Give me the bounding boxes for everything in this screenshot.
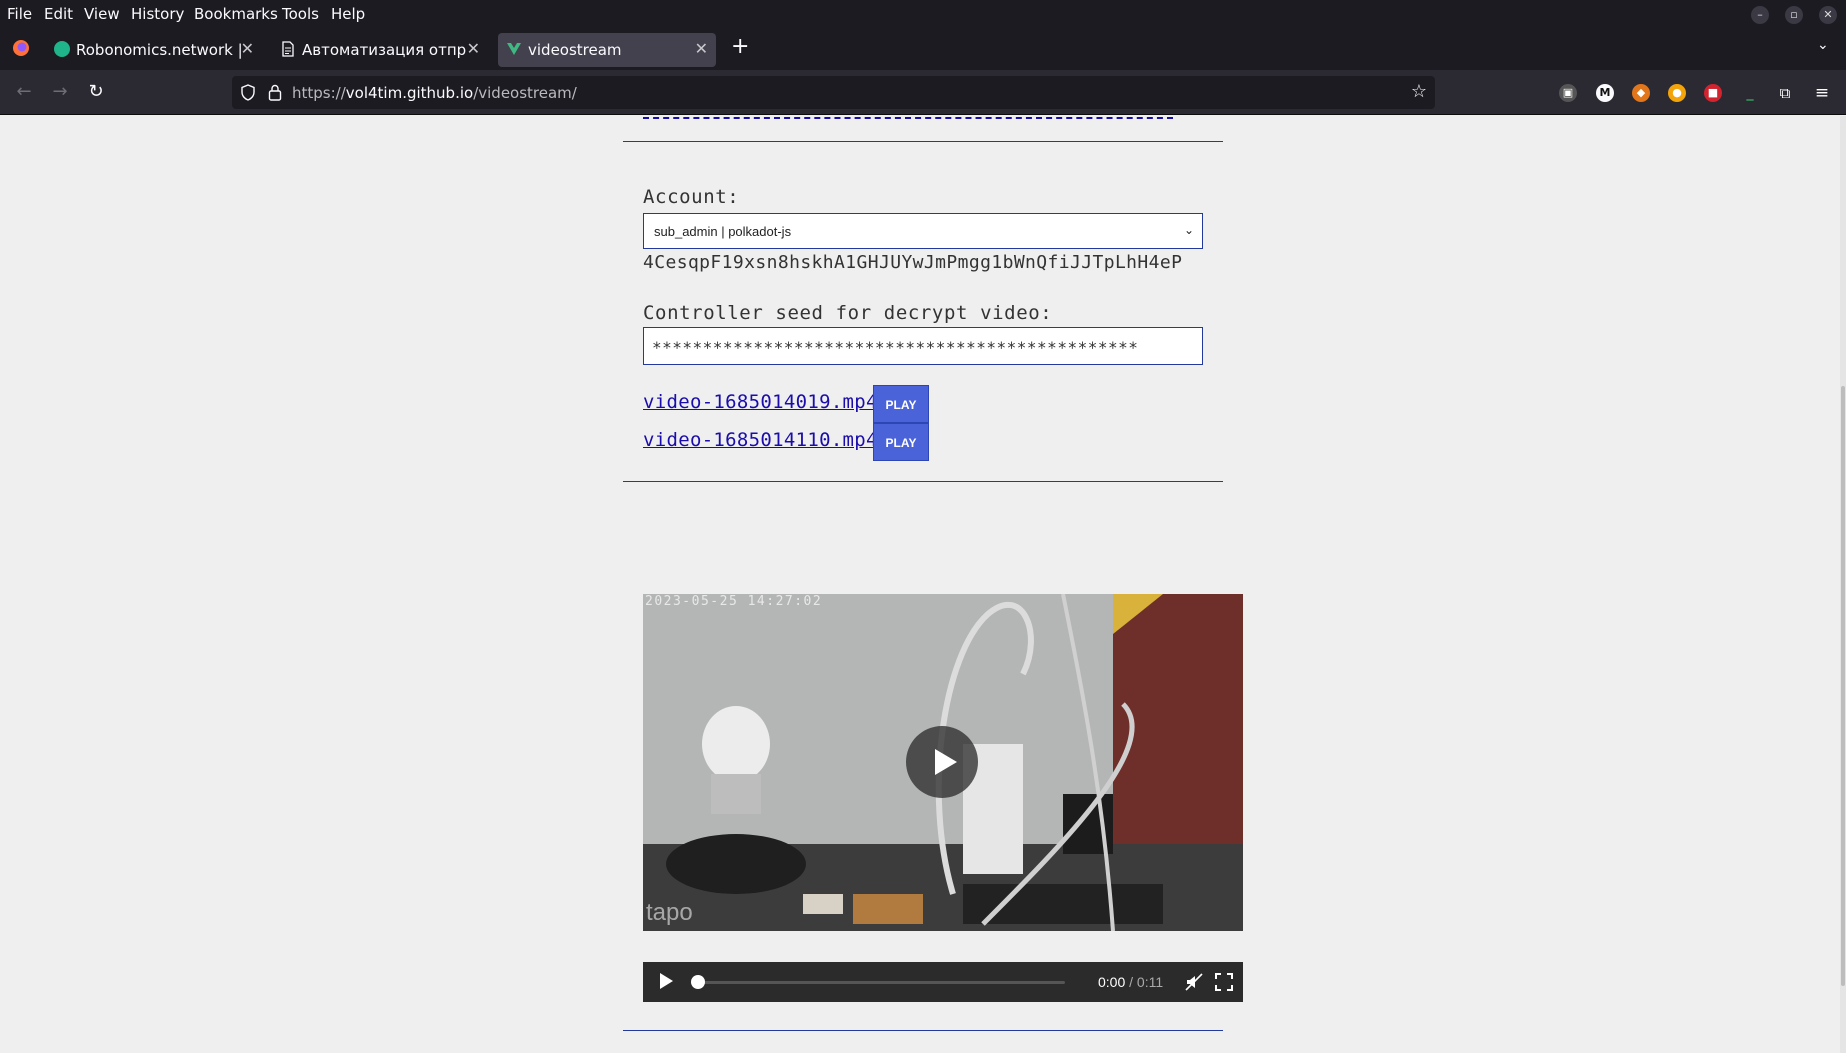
- divider: [623, 141, 1223, 142]
- tab-title: Robonomics.network | vc: [76, 41, 241, 59]
- tab-close-icon[interactable]: ✕: [241, 39, 254, 58]
- reload-button[interactable]: ↻: [84, 80, 108, 104]
- tab-robonomics[interactable]: Robonomics.network | vc ✕: [46, 33, 262, 67]
- page-scrollbar[interactable]: [1840, 116, 1846, 1053]
- tab-bar: Robonomics.network | vc ✕ Автоматизация …: [0, 28, 1846, 70]
- menu-bookmarks[interactable]: Bookmarks: [194, 5, 278, 23]
- menu-edit[interactable]: Edit: [44, 5, 73, 23]
- play-icon[interactable]: [658, 972, 674, 990]
- download-icon[interactable]: _: [1741, 84, 1759, 102]
- firefox-icon[interactable]: [11, 38, 31, 58]
- time-display: 0:00 / 0:11: [1098, 974, 1163, 990]
- play-button[interactable]: PLAY: [873, 385, 929, 423]
- tab-automation[interactable]: Автоматизация отправк ✕: [272, 33, 488, 67]
- bookmark-star-icon[interactable]: ☆: [1411, 81, 1427, 102]
- app-menu-icon[interactable]: ≡: [1813, 84, 1831, 102]
- new-tab-button[interactable]: +: [731, 34, 749, 59]
- close-window-icon[interactable]: ✕: [1819, 6, 1837, 24]
- metamask-icon[interactable]: ◆: [1632, 84, 1650, 102]
- video-controls: 0:00 / 0:11: [643, 962, 1243, 1002]
- video-link[interactable]: video-1685014110.mp4: [643, 429, 878, 451]
- account-selected-value: sub_admin | polkadot-js: [654, 224, 792, 239]
- extension-m-icon[interactable]: M: [1596, 84, 1614, 102]
- play-button[interactable]: PLAY: [873, 423, 929, 461]
- menu-file[interactable]: File: [7, 5, 32, 23]
- vue-favicon-icon: [507, 43, 521, 55]
- duration: / 0:11: [1129, 974, 1164, 990]
- account-select[interactable]: sub_admin | polkadot-js ⌄: [643, 213, 1203, 249]
- menu-history[interactable]: History: [131, 5, 184, 23]
- account-label: Account:: [643, 186, 740, 208]
- minimize-icon[interactable]: –: [1751, 6, 1769, 24]
- video-link[interactable]: video-1685014019.mp4: [643, 391, 878, 413]
- seed-label: Controller seed for decrypt video:: [643, 302, 1053, 324]
- menu-tools[interactable]: Tools: [282, 5, 319, 23]
- back-button[interactable]: ←: [12, 80, 36, 104]
- seek-bar[interactable]: [695, 981, 1065, 984]
- extensions-puzzle-icon[interactable]: ⧉: [1776, 84, 1794, 102]
- menu-help[interactable]: Help: [331, 5, 365, 23]
- video-player[interactable]: 2023-05-25 14:27:02 tapo: [643, 594, 1243, 931]
- partial-link-above[interactable]: [643, 116, 1173, 119]
- restore-icon[interactable]: ▫: [1785, 6, 1803, 24]
- url-text[interactable]: https://vol4tim.github.io/videostream/: [292, 84, 577, 102]
- lock-icon[interactable]: [268, 84, 282, 101]
- current-time: 0:00: [1098, 974, 1126, 990]
- menu-view[interactable]: View: [84, 5, 120, 23]
- divider: [623, 481, 1223, 482]
- tab-title: videostream: [528, 41, 622, 59]
- shield-icon[interactable]: [240, 84, 256, 101]
- tab-videostream[interactable]: videostream ✕: [498, 33, 716, 67]
- page-content: Account: sub_admin | polkadot-js ⌄ 4Cesq…: [0, 116, 1846, 1053]
- extension-lock-icon[interactable]: ■: [1704, 84, 1722, 102]
- chevron-down-icon: ⌄: [1183, 223, 1194, 237]
- tab-close-icon[interactable]: ✕: [695, 39, 708, 58]
- fullscreen-icon[interactable]: [1215, 973, 1233, 991]
- seed-input[interactable]: ****************************************…: [643, 327, 1203, 365]
- seed-input-value: ****************************************…: [652, 338, 1139, 357]
- scrollbar-thumb[interactable]: [1841, 386, 1845, 986]
- account-address: 4CesqpF19xsn8hskhA1GHJUYwJmPmgg1bWnQfiJJ…: [643, 252, 1183, 273]
- video-timestamp: 2023-05-25 14:27:02: [645, 594, 823, 609]
- tab-title: Автоматизация отправк: [302, 41, 467, 59]
- tab-close-icon[interactable]: ✕: [467, 39, 480, 58]
- extension-cube-icon[interactable]: ▣: [1559, 84, 1577, 102]
- url-bar[interactable]: https://vol4tim.github.io/videostream/ ☆: [232, 76, 1435, 109]
- tapo-watermark: tapo: [646, 899, 693, 926]
- big-play-button[interactable]: [906, 726, 978, 798]
- robonomics-favicon-icon: [54, 41, 70, 57]
- forward-button[interactable]: →: [48, 80, 72, 104]
- seek-handle[interactable]: [691, 975, 705, 989]
- divider: [623, 1030, 1223, 1031]
- mute-icon[interactable]: [1185, 973, 1203, 991]
- menu-bar: File Edit View History Bookmarks Tools H…: [0, 0, 1846, 28]
- play-icon: [935, 749, 957, 775]
- navigation-toolbar: ← → ↻ https://vol4tim.github.io/videostr…: [0, 70, 1846, 115]
- list-all-tabs-icon[interactable]: ⌄: [1817, 37, 1829, 53]
- extension-coin-icon[interactable]: ●: [1668, 84, 1686, 102]
- document-icon: [282, 41, 294, 57]
